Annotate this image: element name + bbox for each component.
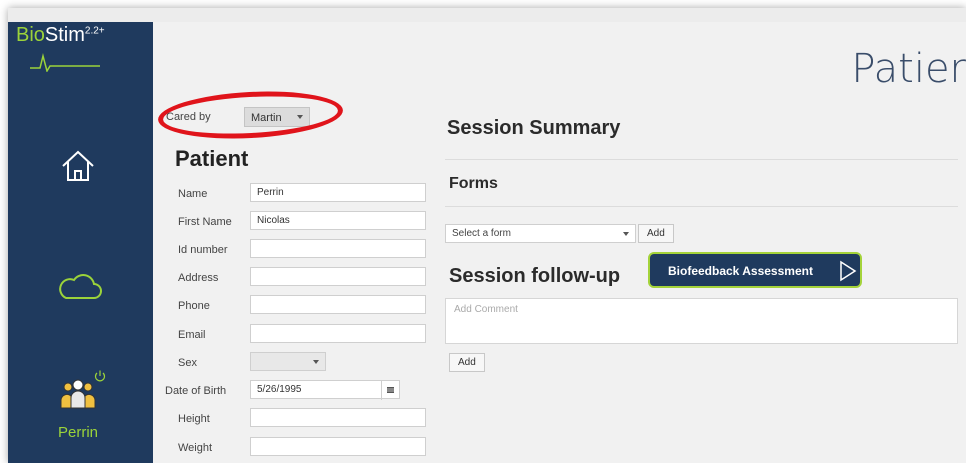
- weight-label: Weight: [178, 442, 213, 454]
- sex-dropdown[interactable]: [250, 352, 326, 371]
- address-field[interactable]: [250, 267, 426, 286]
- comment-placeholder: Add Comment: [454, 304, 518, 315]
- email-label: Email: [178, 329, 206, 341]
- divider: [445, 206, 958, 207]
- address-label: Address: [178, 272, 219, 284]
- biofeedback-assessment-label: Biofeedback Assessment: [668, 264, 813, 278]
- logo-stim: Stim: [44, 24, 85, 46]
- name-label: Name: [178, 188, 208, 200]
- sidebar: BioStim2.2+ Perrin: [8, 22, 153, 463]
- logo-bio: Bio: [16, 24, 45, 46]
- divider: [445, 159, 958, 160]
- first-name-label: First Name: [178, 216, 232, 228]
- add-comment-button[interactable]: Add: [449, 353, 485, 372]
- id-number-field[interactable]: [250, 239, 426, 258]
- chevron-down-icon: [623, 232, 629, 236]
- height-label: Height: [178, 413, 210, 425]
- home-icon[interactable]: [58, 146, 98, 184]
- biofeedback-assessment-button[interactable]: Biofeedback Assessment: [648, 252, 862, 288]
- users-icon[interactable]: [58, 376, 98, 410]
- sex-label: Sex: [178, 357, 197, 369]
- first-name-field[interactable]: Nicolas: [250, 211, 426, 230]
- page-title: Patier: [851, 46, 966, 92]
- cloud-icon[interactable]: [58, 270, 102, 302]
- chevron-down-icon: [313, 360, 319, 364]
- top-band: [8, 8, 966, 22]
- session-followup-heading: Session follow-up: [449, 265, 621, 287]
- patient-heading: Patient: [175, 146, 249, 171]
- phone-label: Phone: [178, 300, 210, 312]
- app-logo: BioStim2.2+: [16, 24, 105, 47]
- email-field[interactable]: [250, 324, 426, 343]
- form-select[interactable]: Select a form: [445, 224, 636, 243]
- app-version: 2.2+: [84, 25, 105, 37]
- sidebar-user-name[interactable]: Perrin: [8, 424, 148, 441]
- name-field[interactable]: Perrin: [250, 183, 426, 202]
- weight-field[interactable]: [250, 437, 426, 456]
- calendar-button[interactable]: [381, 381, 399, 400]
- form-select-value: Select a form: [452, 228, 511, 239]
- comment-textarea[interactable]: Add Comment: [445, 298, 958, 344]
- phone-field[interactable]: [250, 295, 426, 314]
- id-number-label: Id number: [178, 244, 228, 256]
- add-form-button[interactable]: Add: [638, 224, 674, 243]
- session-summary-heading: Session Summary: [447, 117, 621, 139]
- play-arrow-icon: [840, 260, 857, 282]
- dob-label: Date of Birth: [165, 385, 227, 397]
- logo-wave-icon: [30, 53, 100, 72]
- dob-field[interactable]: 5/26/1995: [250, 380, 400, 399]
- forms-heading: Forms: [449, 175, 498, 192]
- calendar-icon: [387, 387, 394, 393]
- height-field[interactable]: [250, 408, 426, 427]
